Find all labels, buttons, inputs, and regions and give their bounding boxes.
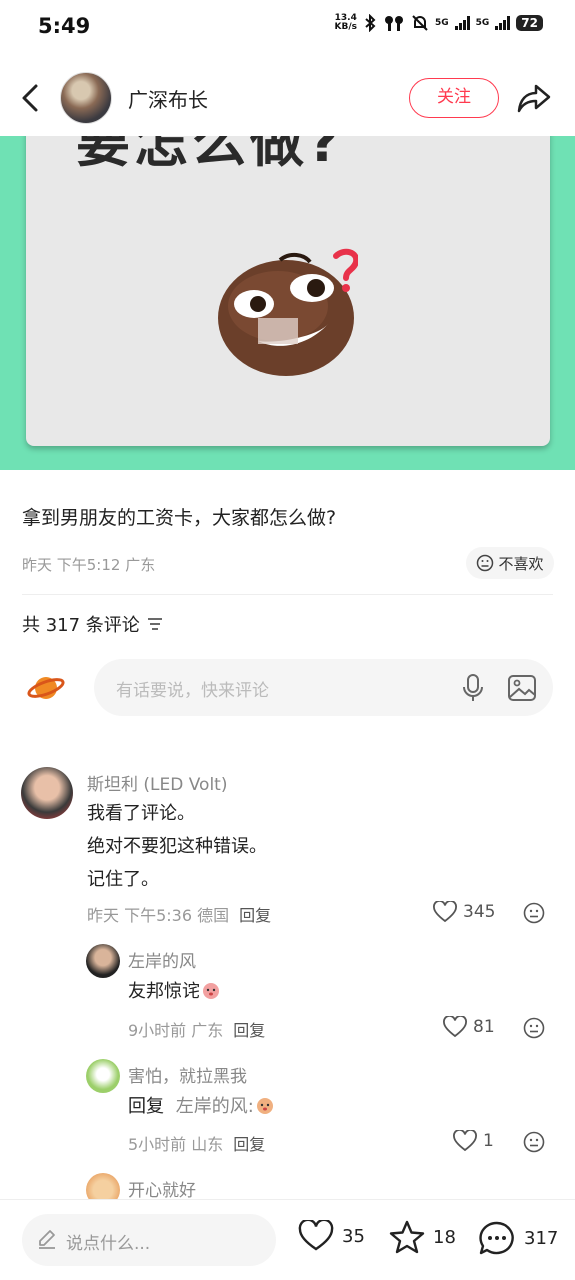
say-something-input[interactable]: 说点什么... <box>22 1214 276 1266</box>
commenter-name[interactable]: 害怕，就拉黑我 <box>128 1062 247 1087</box>
emoji-reaction-icon[interactable] <box>523 1131 545 1153</box>
divider <box>22 594 553 595</box>
post-image-card: 要怎么做? <box>26 136 550 446</box>
like-button[interactable]: 1 <box>453 1130 494 1152</box>
reply-button[interactable]: 回复 <box>233 1135 265 1154</box>
comment-meta: 5小时前 山东 回复 <box>128 1135 266 1154</box>
peach-emoji <box>203 983 219 999</box>
pen-icon <box>39 1230 55 1249</box>
status-icons: 13.4 KB/s 5G 5G 72 <box>334 13 543 32</box>
comment-bubble-icon <box>479 1221 514 1255</box>
heart-icon <box>298 1220 334 1251</box>
reply-button[interactable]: 回复 <box>233 1021 265 1040</box>
favorite-button[interactable]: 18 <box>389 1220 456 1254</box>
post-image-text: 要怎么做? <box>76 136 344 174</box>
neutral-face-icon <box>477 554 494 572</box>
comment-count-label: 共 317 条评论 <box>22 615 140 636</box>
planet-avatar[interactable] <box>27 669 65 707</box>
commenter-avatar[interactable] <box>86 1059 120 1093</box>
comments-button[interactable]: 317 <box>478 1220 558 1256</box>
earbuds-icon <box>384 16 403 31</box>
commenter-name[interactable]: 左岸的风 <box>128 947 196 972</box>
network-speed: 13.4 KB/s <box>334 13 357 32</box>
reply-target[interactable]: 左岸的风: <box>176 1096 254 1117</box>
signal-1-icon <box>454 16 470 30</box>
confused-face-emoji <box>218 248 358 376</box>
comment-meta: 昨天 下午5:36 德国 回复 <box>87 906 272 925</box>
battery-icon: 72 <box>516 15 543 31</box>
emoji-reaction-icon[interactable] <box>523 902 545 924</box>
signal-2-icon <box>495 16 511 30</box>
status-time: 5:49 <box>38 14 91 38</box>
post-header: 广深布长 关注 <box>0 60 575 136</box>
author-avatar[interactable] <box>60 72 112 124</box>
comment-count[interactable]: 共 317 条评论 <box>22 611 164 637</box>
comment-input[interactable]: 有话要说，快来评论 <box>94 659 553 716</box>
like-button[interactable]: 81 <box>443 1016 495 1038</box>
microphone-icon[interactable] <box>460 673 486 703</box>
post-meta: 昨天 下午5:12 广东 <box>22 556 156 574</box>
back-icon[interactable] <box>16 80 46 116</box>
signal-2-label: 5G <box>475 18 490 28</box>
say-something-placeholder: 说点什么... <box>66 1234 151 1254</box>
post-title: 拿到男朋友的工资卡，大家都怎么做? <box>22 507 337 529</box>
heart-icon <box>453 1130 477 1152</box>
mute-bell-icon <box>412 15 428 31</box>
author-name[interactable]: 广深布长 <box>128 84 208 113</box>
image-icon[interactable] <box>507 673 537 703</box>
follow-button[interactable]: 关注 <box>409 78 499 118</box>
commenter-name[interactable]: 开心就好 <box>128 1176 196 1201</box>
dislike-button[interactable]: 不喜欢 <box>466 547 554 579</box>
comment-meta: 9小时前 广东 回复 <box>128 1021 266 1040</box>
share-icon[interactable] <box>515 80 553 116</box>
commenter-name[interactable]: 斯坦利 (LED Volt) <box>87 770 227 795</box>
bluetooth-icon <box>365 14 376 32</box>
heart-icon <box>443 1016 467 1038</box>
dislike-label: 不喜欢 <box>498 554 544 573</box>
sort-icon[interactable] <box>146 616 164 632</box>
signal-1-label: 5G <box>434 18 449 28</box>
reply-button[interactable]: 回复 <box>239 906 271 925</box>
emoji-reaction-icon[interactable] <box>523 1017 545 1039</box>
post-image[interactable]: 要怎么做? <box>0 136 575 470</box>
commenter-avatar[interactable] <box>21 767 73 819</box>
peach-emoji <box>256 1098 273 1114</box>
star-icon <box>389 1220 425 1254</box>
bottom-action-bar: 说点什么... 35 18 317 <box>0 1199 575 1280</box>
status-bar: 5:49 13.4 KB/s 5G 5G 72 <box>0 0 575 56</box>
comment-input-placeholder: 有话要说，快来评论 <box>116 681 269 701</box>
comment-text: 友邦惊诧 <box>128 975 222 1008</box>
comment-text: 回复 左岸的风: <box>128 1090 276 1123</box>
commenter-avatar[interactable] <box>86 944 120 978</box>
heart-icon <box>433 901 457 923</box>
like-post-button[interactable]: 35 <box>298 1220 365 1252</box>
like-button[interactable]: 345 <box>433 901 495 923</box>
comment-text: 我看了评论。 绝对不要犯这种错误。 记住了。 <box>87 803 267 890</box>
